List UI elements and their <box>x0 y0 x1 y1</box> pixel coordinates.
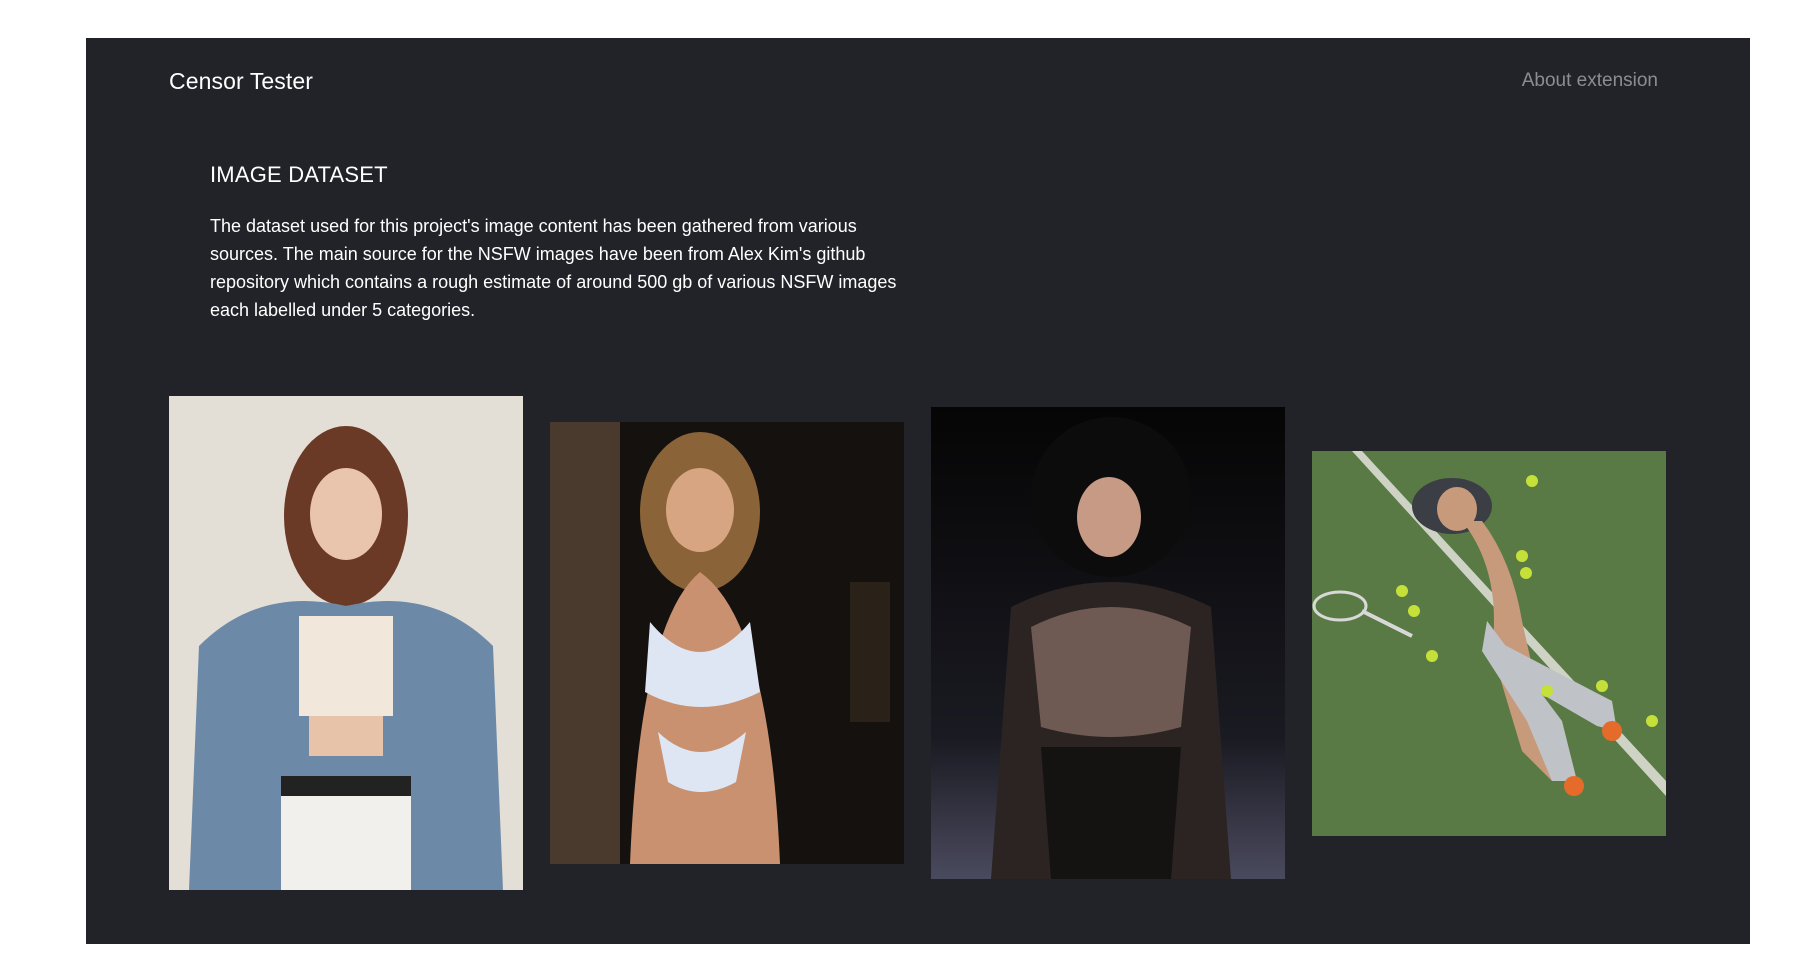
image-dataset-section: IMAGE DATASET The dataset used for this … <box>210 162 910 324</box>
section-heading: IMAGE DATASET <box>210 162 388 187</box>
section-description: The dataset used for this project's imag… <box>210 216 897 320</box>
photo-placeholder-icon <box>169 396 523 890</box>
app-window: Censor Tester About extension IMAGE DATA… <box>86 38 1750 944</box>
dataset-photo-4 <box>1312 451 1666 836</box>
photo-placeholder-icon <box>1312 451 1666 836</box>
photo-placeholder-icon <box>550 422 904 864</box>
photo-placeholder-icon <box>931 407 1285 879</box>
dataset-photo-1 <box>169 396 523 890</box>
dataset-photo-2 <box>550 422 904 864</box>
about-extension-link[interactable]: About extension <box>1522 70 1658 92</box>
dataset-photo-3 <box>931 407 1285 879</box>
brand-title[interactable]: Censor Tester <box>169 68 313 95</box>
